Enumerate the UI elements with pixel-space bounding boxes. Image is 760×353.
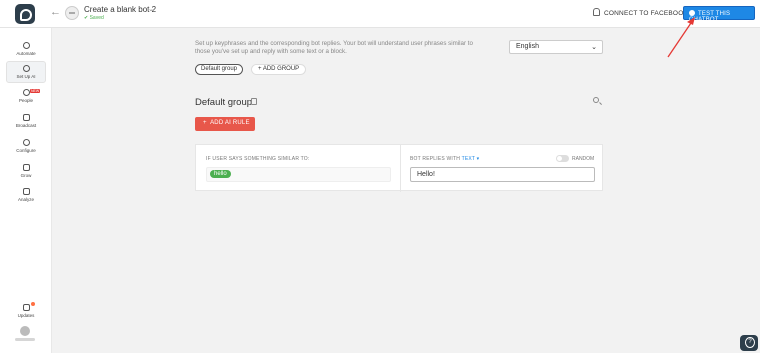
reply-type-dropdown[interactable]: TEXT ▾ — [462, 156, 480, 162]
saved-status: ✔ Saved — [84, 15, 104, 21]
updates-icon — [22, 304, 30, 311]
sidebar-item-label: Grow — [20, 173, 32, 178]
bot-replies-label: BOT REPLIES WITH TEXT ▾ — [410, 156, 479, 162]
reply-type-value: TEXT — [461, 156, 476, 162]
random-label: RANDOM — [572, 156, 595, 162]
bot-name[interactable]: Create a blank bot 2 — [84, 5, 156, 14]
add-group-label: ADD GROUP — [262, 66, 300, 72]
add-ai-rule-button[interactable]: + ADD AI RULE — [195, 117, 255, 131]
gear-icon — [22, 139, 30, 146]
analyze-icon — [22, 188, 30, 195]
sidebar-item-label: Updates — [17, 313, 35, 318]
chevron-down-icon[interactable]: ⌄ — [148, 5, 154, 13]
sidebar-item-broadcast[interactable]: Broadcast — [6, 111, 46, 133]
bot-replies-text: BOT REPLIES WITH — [410, 156, 461, 162]
notification-dot — [31, 302, 35, 306]
saved-label: Saved — [89, 15, 104, 21]
sidebar-item-set-up-ai[interactable]: Set Up AI — [6, 61, 46, 83]
people-icon — [22, 89, 30, 96]
language-select[interactable]: English ⌄ — [509, 40, 603, 54]
sidebar-item-label: People — [18, 98, 33, 103]
ai-icon — [22, 65, 30, 72]
automate-icon — [22, 42, 30, 49]
sidebar-item-label: Broadcast — [15, 123, 37, 128]
random-toggle[interactable] — [556, 155, 569, 162]
sidebar-item-people[interactable]: NEW People — [6, 86, 46, 108]
sidebar-item-label: Configure — [16, 148, 36, 153]
back-arrow-icon[interactable]: ← — [50, 6, 61, 18]
bot-reply-input[interactable]: Hello! — [410, 167, 595, 182]
chevron-down-icon: ⌄ — [591, 44, 597, 51]
search-icon[interactable] — [593, 97, 599, 103]
divider — [400, 145, 401, 192]
sidebar-item-label: Analyze — [17, 197, 34, 202]
ai-rule-card: IF USER SAYS SOMETHING SIMILAR TO: hello… — [195, 144, 603, 192]
sidebar-item-label: Set Up AI — [16, 74, 36, 79]
copy-icon[interactable] — [251, 98, 257, 105]
user-name-placeholder — [15, 338, 35, 341]
keyphrase-tag[interactable]: hello — [210, 170, 231, 178]
top-bar: ← Create a blank bot 2 ⌄ ✔ Saved CONNECT… — [0, 0, 760, 28]
grow-icon — [22, 164, 30, 171]
sidebar-item-automate[interactable]: Automate — [6, 39, 46, 61]
add-group-button[interactable]: + ADD GROUP — [251, 64, 307, 75]
page-description: Set up keyphrases and the corresponding … — [195, 40, 473, 56]
annotation-arrow — [667, 17, 695, 58]
user-avatar[interactable] — [20, 326, 30, 336]
bell-icon — [593, 8, 600, 16]
bot-avatar — [65, 6, 79, 20]
sidebar-item-grow[interactable]: Grow — [6, 161, 46, 183]
user-says-label: IF USER SAYS SOMETHING SIMILAR TO: — [206, 156, 310, 162]
keyphrase-input[interactable]: hello — [206, 167, 391, 182]
sidebar-item-configure[interactable]: Configure — [6, 136, 46, 158]
broadcast-icon — [22, 114, 30, 121]
language-value: English — [516, 43, 539, 50]
sidebar-item-label: Automate — [16, 51, 36, 56]
group-title[interactable]: Default group — [195, 97, 252, 108]
add-ai-rule-label: ADD AI RULE — [210, 120, 250, 126]
new-badge: NEW — [30, 89, 41, 93]
chatfuel-logo-icon[interactable] — [15, 4, 35, 24]
sidebar-item-updates[interactable]: Updates — [6, 301, 46, 323]
sidebar: Automate Set Up AI NEW People Broadcast … — [0, 28, 52, 353]
sidebar-item-analyze[interactable]: Analyze — [6, 185, 46, 207]
group-chip-default[interactable]: Default group — [195, 64, 244, 75]
help-chat-button[interactable] — [740, 335, 758, 351]
